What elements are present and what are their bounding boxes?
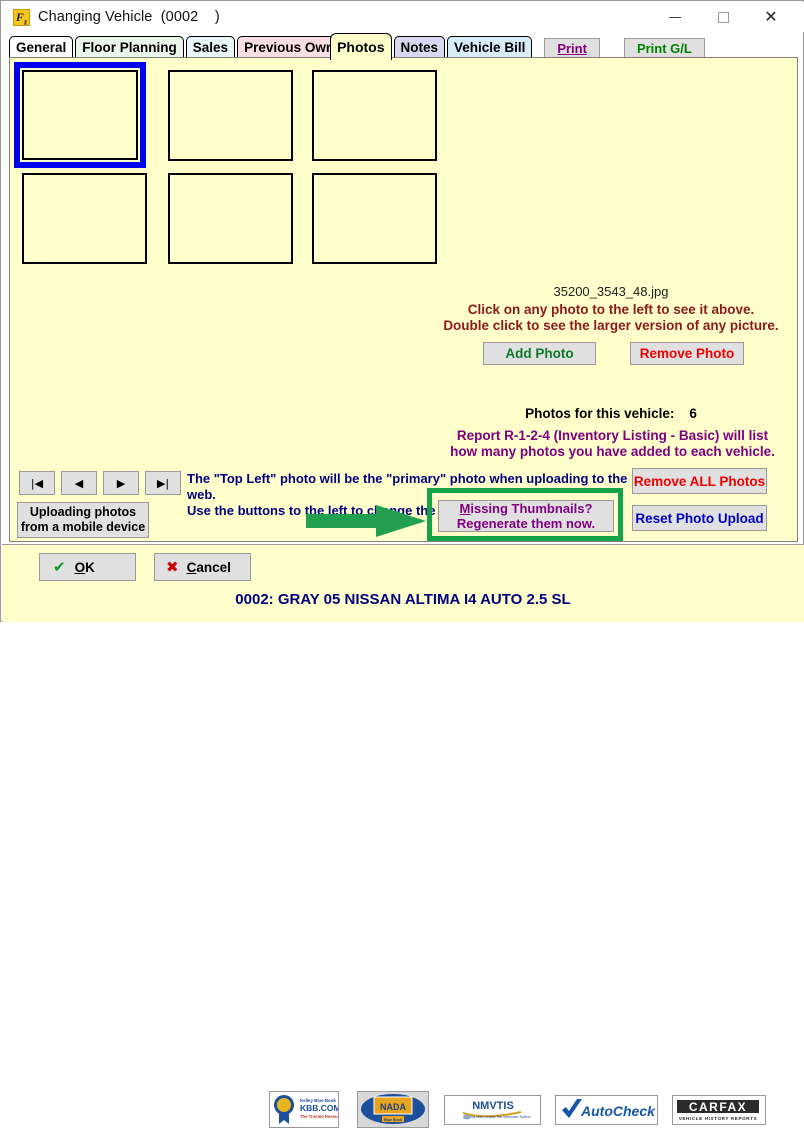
tab-notes[interactable]: Notes [393,36,446,58]
nmvtis-logo[interactable]: NMVTIS National Motor Vehicle Title Info… [444,1095,541,1125]
ok-button[interactable]: ✔ OK [39,553,136,581]
svg-text:National Motor Vehicle Title I: National Motor Vehicle Title Information… [464,1115,531,1119]
reset-upload-label: Reset Photo Upload [635,510,764,526]
green-right-arrow-icon [306,505,426,537]
previous-icon: ◀ [74,476,84,490]
upload-mobile-line-1: Uploading photos [29,505,137,519]
carfax-logo[interactable]: CARFAX VEHICLE HISTORY REPORTS [672,1095,766,1125]
checkmark-icon: ✔ [53,558,66,576]
close-button[interactable]: ✕ [748,2,794,32]
tab-label: Sales [192,40,229,55]
cancel-label: Cancel [186,559,231,575]
print-label: Print [557,40,587,56]
tab-label: Vehicle Bill [454,40,526,55]
cancel-button[interactable]: ✖ Cancel [154,553,251,581]
thumbnail-6[interactable] [312,173,437,264]
svg-text:Blue Book: Blue Book [384,1118,402,1122]
photo-click-hint: Click on any photo to the left to see it… [431,302,791,334]
tab-general[interactable]: General [9,36,74,58]
tab-label: Previous Owner [244,40,335,55]
tab-strip: General Floor Planning Sales Previous Ow… [9,33,799,60]
changing-vehicle-window: Fz Changing Vehicle (0002 ) ✕ General Fl… [0,0,804,1128]
remove-photo-label: Remove Photo [639,346,735,361]
missing-thumbnails-button[interactable]: Missing Thumbnails? Regenerate them now. [438,500,614,532]
kbb-logo[interactable]: Kelley Blue Book KBB.COM The Trusted Res… [269,1091,339,1128]
tab-vehicle-bill[interactable]: Vehicle Bill [447,36,533,58]
svg-text:The Trusted Resource: The Trusted Resource [300,1114,338,1119]
print-gl-button[interactable]: Print G/L [623,38,705,58]
upload-mobile-line-2: from a mobile device [20,520,146,534]
remove-photo-button[interactable]: Remove Photo [630,342,744,365]
current-photo-filename: 35200_3543_48.jpg [553,284,669,299]
fz-icon: Fz [13,8,30,26]
print-button[interactable]: Print [544,38,600,58]
svg-text:AutoCheck: AutoCheck [580,1103,656,1119]
print-gl-label: Print G/L [636,40,692,56]
report-note-line-2: how many photos you have added to each v… [450,444,775,459]
nada-logo[interactable]: NADA Blue Book [357,1091,429,1128]
report-note-line-1: Report R-1-2-4 (Inventory Listing - Basi… [456,428,769,443]
report-note: Report R-1-2-4 (Inventory Listing - Basi… [435,428,790,460]
tab-previous-owner[interactable]: Previous Owner [237,36,337,58]
photo-hint-line-1: Click on any photo to the left to see it… [467,302,755,317]
x-mark-icon: ✖ [166,558,179,576]
tab-photos[interactable]: Photos [330,33,392,60]
remove-all-label: Remove ALL Photos [633,473,766,489]
tab-sales[interactable]: Sales [185,36,236,58]
ok-label: OK [74,559,95,575]
previous-photo-button[interactable]: ◀ [61,471,97,495]
svg-text:KBB.COM: KBB.COM [300,1103,338,1113]
first-icon: |◀ [30,476,44,490]
svg-text:NADA: NADA [380,1102,406,1112]
minimize-button[interactable] [652,2,698,32]
tab-floor-planning[interactable]: Floor Planning [75,36,184,58]
maximize-button[interactable] [700,2,746,32]
next-icon: ▶ [116,476,126,490]
tab-label: Notes [400,40,439,55]
tab-label: General [16,40,67,55]
missing-thumbnails-line-1: Missing Thumbnails? [459,501,593,516]
add-photo-button[interactable]: Add Photo [483,342,596,365]
thumbnail-1[interactable] [22,70,138,160]
thumbnail-2[interactable] [168,70,293,161]
thumbnail-4[interactable] [22,173,147,264]
reset-photo-upload-button[interactable]: Reset Photo Upload [632,505,767,531]
footer-bar: ✔ OK ✖ Cancel Kelley Blue Book KBB.COM T… [2,544,804,1128]
photo-hint-line-2: Double click to see the larger version o… [443,318,779,333]
thumbnail-3[interactable] [312,70,437,161]
missing-thumbnails-line-2: Regenerate them now. [456,516,596,531]
uploading-photos-mobile-button[interactable]: Uploading photos from a mobile device [17,502,149,538]
remove-all-photos-button[interactable]: Remove ALL Photos [632,468,767,494]
next-photo-button[interactable]: ▶ [103,471,139,495]
tab-label: Floor Planning [82,40,177,55]
thumbnail-5[interactable] [168,173,293,264]
tab-label: Photos [337,39,385,55]
photo-count-label: Photos for this vehicle: 6 [525,406,697,421]
svg-text:CARFAX: CARFAX [689,1100,747,1114]
first-photo-button[interactable]: |◀ [19,471,55,495]
svg-text:VEHICLE HISTORY REPORTS: VEHICLE HISTORY REPORTS [679,1116,758,1121]
svg-text:NMVTIS: NMVTIS [472,1100,514,1112]
last-icon: ▶| [156,476,170,490]
last-photo-button[interactable]: ▶| [145,471,181,495]
vehicle-status-bar: 0002: GRAY 05 NISSAN ALTIMA I4 AUTO 2.5 … [235,591,571,608]
window-title: Changing Vehicle (0002 ) [38,9,220,25]
add-photo-label: Add Photo [505,346,574,361]
autocheck-logo[interactable]: AutoCheck [555,1095,658,1125]
